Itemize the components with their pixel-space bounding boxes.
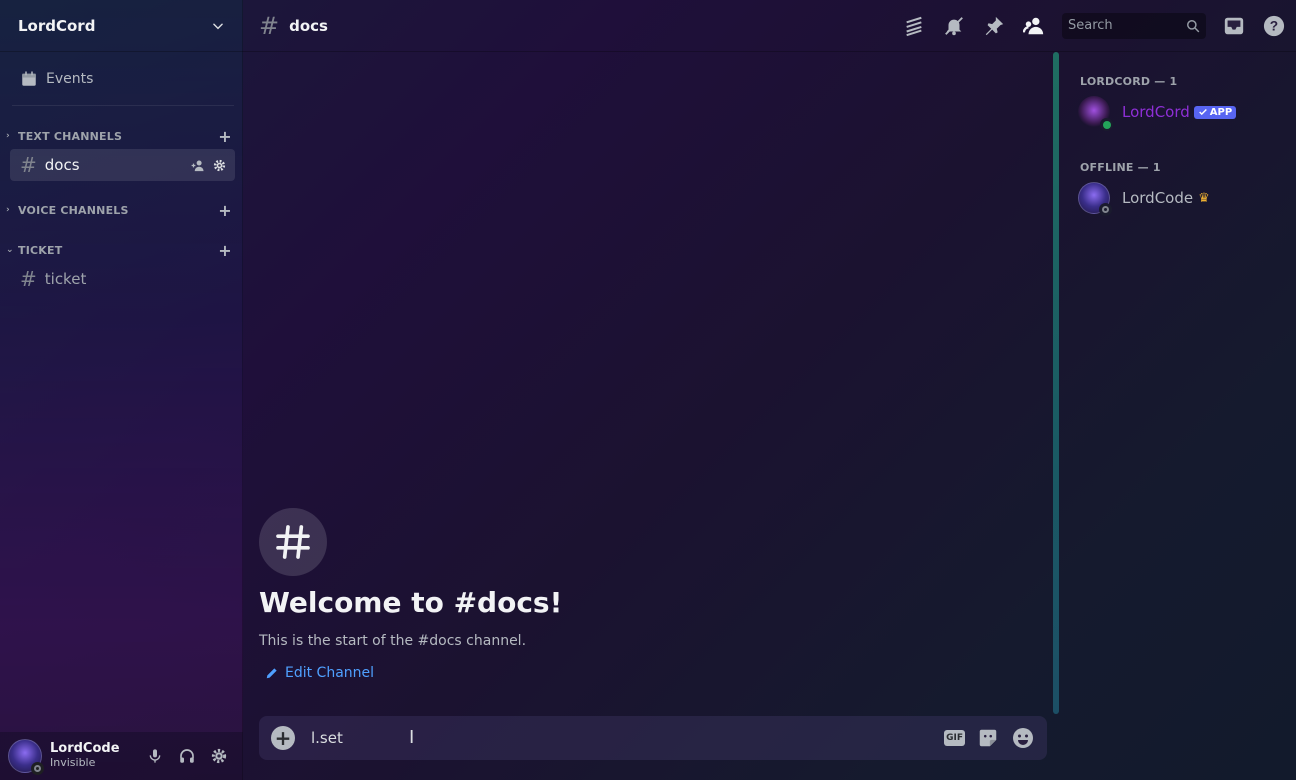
threads-icon[interactable] <box>902 14 926 38</box>
gif-button[interactable]: GIF <box>944 730 965 746</box>
pin-icon[interactable] <box>982 14 1006 38</box>
member-name: LordCode <box>1122 189 1194 207</box>
member-list-icon[interactable] <box>1022 14 1046 38</box>
username: LordCode <box>50 741 120 756</box>
member-list: LORDCORD — 1 LordCord APP OFFLINE — 1 Lo… <box>1064 52 1296 780</box>
member-group-label: LORDCORD — 1 <box>1080 75 1178 88</box>
status-indicator <box>31 762 44 775</box>
category-ticket[interactable]: ⌄ TICKET + <box>6 241 234 260</box>
calendar-icon <box>20 70 38 88</box>
crown-icon: ♛ <box>1198 190 1210 206</box>
search-input[interactable]: Search <box>1062 12 1206 39</box>
channel-title: docs <box>289 16 328 35</box>
help-icon[interactable]: ? <box>1262 14 1286 38</box>
notification-mute-icon[interactable] <box>942 14 966 38</box>
server-name: LordCord <box>18 16 96 35</box>
status-indicator <box>1099 203 1112 216</box>
sticker-icon[interactable] <box>977 727 999 749</box>
events-item[interactable]: Events <box>10 64 234 94</box>
scrollbar[interactable] <box>1053 52 1059 714</box>
user-panel: LordCode Invisible <box>0 732 243 780</box>
add-channel-icon[interactable]: + <box>216 241 234 260</box>
edit-channel-link[interactable]: Edit Channel <box>265 665 374 681</box>
svg-text:?: ? <box>1270 18 1278 33</box>
member-item[interactable]: LordCode ♛ <box>1078 180 1288 216</box>
avatar <box>1078 182 1112 216</box>
welcome-title: Welcome to #docs! <box>259 586 563 619</box>
check-icon <box>1198 108 1207 116</box>
member-name: LordCord <box>1122 103 1190 121</box>
gear-icon[interactable] <box>203 740 235 772</box>
app-badge: APP <box>1193 105 1237 119</box>
caret-icon: ⌄ <box>6 245 14 255</box>
channel-ticket[interactable]: # ticket <box>10 263 235 295</box>
add-channel-icon[interactable]: + <box>216 127 234 146</box>
emoji-icon[interactable] <box>1011 726 1035 750</box>
channel-docs[interactable]: # docs <box>10 149 235 181</box>
category-text-channels[interactable]: › TEXT CHANNELS + <box>6 127 234 146</box>
gear-icon[interactable] <box>212 158 227 173</box>
category-label: TICKET <box>18 243 63 257</box>
edit-channel-label: Edit Channel <box>285 665 375 681</box>
caret-icon: › <box>6 205 10 215</box>
create-invite-icon[interactable] <box>191 158 206 173</box>
text-channel-icon: # <box>20 153 37 177</box>
category-label: TEXT CHANNELS <box>18 129 123 143</box>
microphone-icon[interactable] <box>139 740 171 772</box>
add-channel-icon[interactable]: + <box>216 201 234 220</box>
channel-hash-icon <box>259 508 327 576</box>
message-composer[interactable]: + l.set I GIF <box>259 716 1047 760</box>
channel-header: # docs Search ? <box>243 0 1296 52</box>
server-header[interactable]: LordCord <box>0 0 243 52</box>
headphones-icon[interactable] <box>171 740 203 772</box>
member-group-label: OFFLINE — 1 <box>1080 161 1161 174</box>
status-indicator <box>1100 118 1113 131</box>
caret-icon: › <box>6 131 10 141</box>
welcome-subtitle: This is the start of the #docs channel. <box>259 633 527 649</box>
text-channel-icon: # <box>20 267 37 291</box>
events-label: Events <box>46 71 94 87</box>
member-item[interactable]: LordCord APP <box>1078 94 1288 131</box>
search-placeholder: Search <box>1068 18 1113 33</box>
add-attachment-button[interactable]: + <box>271 726 295 750</box>
category-voice-channels[interactable]: › VOICE CHANNELS + <box>6 201 234 220</box>
channel-name: ticket <box>44 270 87 288</box>
chat-area: Welcome to #docs! This is the start of t… <box>243 52 1061 780</box>
pencil-icon <box>266 668 277 679</box>
text-cursor-icon: I <box>409 727 415 748</box>
badge-label: APP <box>1209 106 1233 118</box>
channel-sidebar: LordCord Events › TEXT CHANNELS + # docs… <box>0 0 243 780</box>
user-info[interactable]: LordCode Invisible <box>50 742 139 770</box>
chevron-down-icon <box>213 23 223 29</box>
category-label: VOICE CHANNELS <box>18 203 129 217</box>
user-status: Invisible <box>50 756 96 769</box>
avatar[interactable] <box>8 739 44 775</box>
inbox-icon[interactable] <box>1222 14 1246 38</box>
channel-name: docs <box>44 156 80 174</box>
message-input[interactable]: l.set <box>311 729 944 747</box>
search-icon <box>1187 19 1200 32</box>
text-channel-icon: # <box>259 11 280 40</box>
discord-app: LordCord Events › TEXT CHANNELS + # docs… <box>0 0 1296 780</box>
divider <box>12 105 234 106</box>
bot-avatar <box>1078 96 1113 131</box>
